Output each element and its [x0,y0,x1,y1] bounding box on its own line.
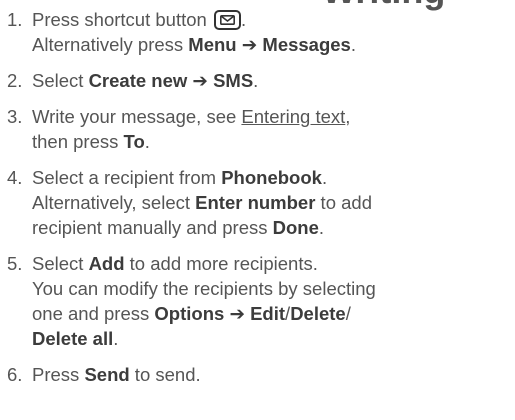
keyword-edit: Edit [250,303,286,324]
step-1: 1. Press shortcut button . Alternatively… [0,7,515,57]
step-line: Select a recipient from Phonebook. [32,165,515,190]
step-line: recipient manually and press Done. [32,215,515,240]
step-line: Delete all. [32,326,515,351]
arrow-icon: ➔ [192,70,208,91]
text-run: Alternatively, select [32,192,196,213]
text-run: recipient manually and press [32,217,273,238]
text-run: to add more recipients. [124,253,318,274]
text-run: one and press [32,303,155,324]
step-line: one and press Options ➔ Edit/Delete/ [32,301,515,326]
step-line: You can modify the recipients by selecti… [32,276,515,301]
keyword-phonebook: Phonebook [221,167,322,188]
message-envelope-icon [213,10,241,30]
keyword-options: Options [154,303,225,324]
step-line: Alternatively press Menu ➔ Messages. [32,32,515,57]
step-2: 2. Select Create new ➔ SMS. [0,68,515,93]
text-run: / [345,303,351,324]
step-line: Press Send to send. [32,362,515,387]
step-number: 3. [7,106,23,127]
step-number: 6. [7,364,23,385]
keyword-messages: Messages [262,34,351,55]
step-number: 4. [7,167,23,188]
step-line: Select Create new ➔ SMS. [32,68,515,93]
keyword-menu: Menu [188,34,237,55]
keyword-send: Send [84,364,130,385]
entering-text-link[interactable]: Entering text [241,106,345,127]
text-run: You can modify the recipients by selecti… [32,278,376,299]
text-run: Select a recipient from [32,167,222,188]
text-run: Alternatively press [32,34,189,55]
step-number: 5. [7,253,23,274]
step-6: 6. Press Send to send. [0,362,515,387]
text-run: . [144,131,150,152]
text-run: Select [32,70,89,91]
step-number: 1. [7,9,23,30]
text-run: , [345,106,351,127]
text-run: then press [32,131,124,152]
keyword-done: Done [272,217,319,238]
arrow-icon: ➔ [241,34,258,55]
keyword-delete-all: Delete all [32,328,114,349]
step-number: 2. [7,70,23,91]
text-run: . [113,328,119,349]
text-run: Press shortcut button [32,9,212,30]
text-run: Write your message, see [32,106,242,127]
text-run: . [350,34,356,55]
step-3: 3. Write your message, see Entering text… [0,104,515,154]
step-line: Alternatively, select Enter number to ad… [32,190,515,215]
step-5: 5. Select Add to add more recipients. Yo… [0,251,515,351]
step-4: 4. Select a recipient from Phonebook. Al… [0,165,515,240]
text-run: Press [32,364,85,385]
instruction-steps: 1. Press shortcut button . Alternatively… [0,7,515,398]
text-run: . [321,167,328,188]
arrow-icon: ➔ [229,303,245,324]
text-run: . [318,217,325,238]
keyword-add: Add [88,253,125,274]
text-run: Select [32,253,89,274]
step-line: Press shortcut button . [32,9,247,30]
keyword-enter-number: Enter number [195,192,316,213]
keyword-to: To [123,131,145,152]
keyword-delete: Delete [290,303,346,324]
step-line: Write your message, see Entering text, [32,104,515,129]
text-run: to add [315,192,372,213]
step-line: Select Add to add more recipients. [32,251,515,276]
text-run: to send. [129,364,201,385]
text-run: . [253,70,259,91]
keyword-sms: SMS [213,70,254,91]
keyword-create-new: Create new [88,70,188,91]
step-line: then press To. [32,129,515,154]
